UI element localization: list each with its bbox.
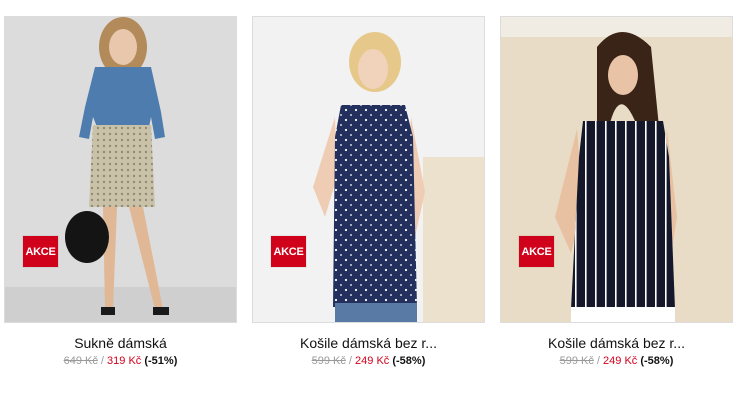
price-separator: /: [348, 355, 352, 367]
price-line: 599 Kč / 249 Kč (-58%): [500, 355, 733, 367]
product-name[interactable]: Košile dámská bez r...: [252, 335, 485, 351]
price-separator: /: [596, 355, 600, 367]
product-image[interactable]: AKCE: [4, 16, 237, 323]
sale-badge: AKCE: [23, 236, 58, 267]
product-card[interactable]: AKCE Košile dámská bez r... 599 Kč / 249…: [500, 16, 733, 367]
old-price: 649 Kč: [63, 355, 98, 367]
price-line: 649 Kč / 319 Kč (-51%): [4, 355, 237, 367]
product-card[interactable]: AKCE Košile dámská bez r... 599 Kč / 249…: [252, 16, 485, 367]
old-price: 599 Kč: [559, 355, 594, 367]
price-line: 599 Kč / 249 Kč (-58%): [252, 355, 485, 367]
discount-percent: (-58%): [392, 355, 426, 367]
product-name[interactable]: Sukně dámská: [4, 335, 237, 351]
discount-percent: (-51%): [144, 355, 178, 367]
sale-price: 249 Kč: [603, 355, 638, 367]
old-price: 599 Kč: [311, 355, 346, 367]
sale-badge: AKCE: [271, 236, 306, 267]
price-separator: /: [100, 355, 104, 367]
sale-price: 249 Kč: [355, 355, 390, 367]
discount-percent: (-58%): [640, 355, 674, 367]
product-name[interactable]: Košile dámská bez r...: [500, 335, 733, 351]
product-card[interactable]: AKCE Sukně dámská 649 Kč / 319 Kč (-51%): [4, 16, 237, 367]
sale-badge: AKCE: [519, 236, 554, 267]
sale-price: 319 Kč: [107, 355, 142, 367]
product-image[interactable]: AKCE: [252, 16, 485, 323]
product-image[interactable]: AKCE: [500, 16, 733, 323]
